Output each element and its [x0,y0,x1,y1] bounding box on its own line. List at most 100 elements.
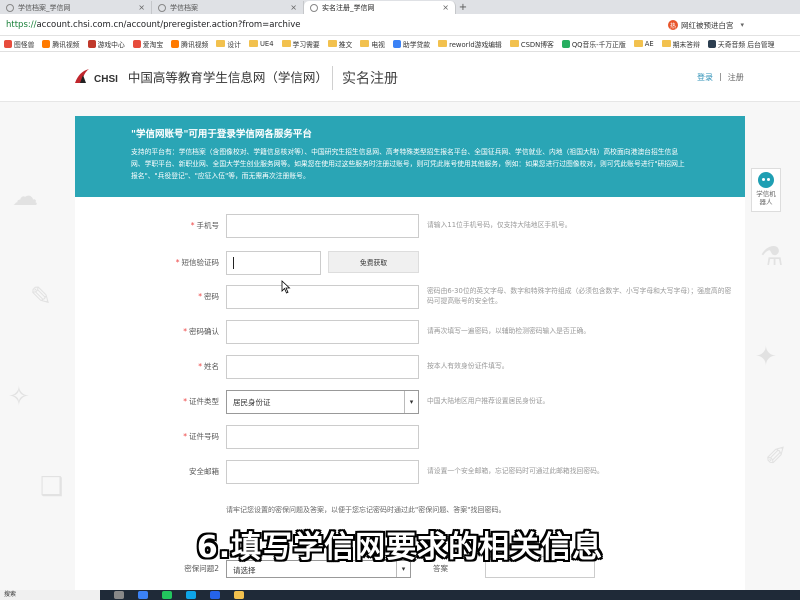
site-favicon-icon [707,39,716,48]
globe-icon [158,3,166,12]
notice-title: "学信网账号"可用于登录学信网各服务平台 [131,129,312,140]
form-row-id-type: * 证件类型 居民身份证 ▾ 中国大陆地区用户推荐设置居民身份证。 [75,390,745,414]
id-type-label-text: 证件类型 [189,397,219,406]
hot-news-text: 网红被预进白宫 [681,20,734,30]
new-tab-button[interactable]: + [456,1,470,14]
site-favicon-icon [392,39,401,48]
folder-icon [360,40,370,47]
close-icon[interactable]: × [138,3,145,12]
close-icon[interactable]: × [442,3,449,12]
site-name: 中国高等教育学生信息网（学信网） [127,69,328,85]
store-icon[interactable] [138,591,148,599]
mouse-cursor-icon [281,280,291,294]
email-input[interactable] [226,460,419,484]
bookmark-item[interactable]: AE [630,40,658,48]
chevron-down-icon[interactable]: ▾ [404,391,418,413]
robot-icon [758,172,774,188]
phone-input[interactable] [226,214,419,238]
password-confirm-input[interactable] [226,320,419,344]
form-row-password: * 密码 密码由6-30位的英文字母、数字和特殊字符组成（必须包含数字、小写字母和… [75,285,745,309]
bookmark-item[interactable]: CSDN博客 [506,39,558,49]
folder-icon [633,40,643,47]
app-icon[interactable] [210,591,220,599]
bookmark-label: 腾讯视频 [181,40,209,49]
text-caret [233,257,234,269]
browser-tab-register[interactable]: 实名注册_学信网 × [304,1,456,14]
sms-code-input[interactable] [226,251,321,275]
bookmark-item[interactable]: UE4 [245,40,278,48]
form-row-phone: * 手机号 请输入11位手机号码，仅支持大陆地区手机号。 [75,214,745,238]
chevron-down-icon[interactable]: ▾ [741,21,745,29]
qq-icon[interactable] [186,591,196,599]
bookmark-item[interactable]: 电视 [356,39,389,49]
email-label: 安全邮箱 [189,467,219,476]
login-link[interactable]: 登录 [697,72,713,83]
id-type-label: * 证件类型 [183,396,219,407]
doodle-cloud-icon: ☁ [12,182,38,212]
form-row-name: * 姓名 按本人有效身份证件填写。 [75,355,745,379]
bookmark-item[interactable]: reworld游戏编辑 [434,39,506,49]
password-input[interactable] [226,285,419,309]
bookmark-item[interactable]: 推文 [324,39,357,49]
url-protocol: https:// [6,19,37,30]
site-favicon-icon [4,39,12,48]
id-type-select[interactable]: 居民身份证 ▾ [226,390,419,414]
site-logo[interactable]: CHSI 中国高等教育学生信息网（学信网） [72,66,328,86]
close-icon[interactable]: × [290,3,297,12]
bookmark-item[interactable]: 助学贷款 [389,39,434,49]
page-title: 实名注册 [342,71,398,87]
header-links: 登录 | 注册 [697,72,744,83]
password-confirm-label: * 密码确认 [183,326,219,337]
site-favicon-icon [87,39,96,48]
bookmark-item[interactable]: 期末答辩 [658,39,704,49]
name-input[interactable] [226,355,419,379]
url-path: account.chsi.com.cn/account/preregister.… [36,19,301,30]
bookmark-label: CSDN博客 [520,40,554,49]
required-mark: * [183,327,187,336]
hot-news-widget[interactable]: 热 网红被预进白宫 ▾ [668,17,744,33]
register-link[interactable]: 注册 [728,72,744,83]
get-code-button[interactable]: 免费获取 [328,251,419,273]
bookmark-label: 电视 [371,40,385,49]
bookmark-item[interactable]: 天奇音频 后台管理 [704,39,779,49]
bookmark-label: 天奇音频 后台管理 [717,40,775,49]
folder-icon[interactable] [234,591,244,599]
bookmark-item[interactable]: 学习需要 [278,39,324,49]
url-field[interactable]: https:// account.chsi.com.cn/account/pre… [6,17,656,33]
id-number-input[interactable] [226,425,419,449]
bookmark-item[interactable]: QQ音乐-千万正版 [558,39,630,49]
doodle-pencil-icon: ✎ [30,282,52,312]
browser-icon[interactable] [162,591,172,599]
bookmark-item[interactable]: 爱淘宝 [129,39,167,49]
bookmark-label: 推文 [338,40,353,49]
bookmark-item[interactable]: 游戏中心 [84,39,129,49]
header-link-separator: | [719,72,722,81]
sms-label-text: 短信验证码 [181,258,220,267]
browser-tab-archive[interactable]: 学信档案_学信网 × [0,1,152,14]
security-question-note: 请牢记您设置的密保问题及答案，以便于您忘记密码时通过此"密保问题、答案"找回密码… [226,506,506,514]
chat-robot-widget[interactable]: 学信机器人 [751,168,781,212]
required-mark: * [183,397,187,406]
tab-label: 学信档案 [170,3,198,12]
form-row-id-number: * 证件号码 [75,425,745,449]
folder-icon [438,40,448,47]
bookmark-item[interactable]: 腾讯视频 [38,39,83,49]
folder-icon [216,40,226,47]
form-row-sms: * 短信验证码 免费获取 [75,251,745,275]
tab-label: 实名注册_学信网 [322,3,375,12]
tab-label: 学信档案_学信网 [18,3,71,12]
bookmark-item[interactable]: 腾讯视频 [167,39,212,49]
taskview-icon[interactable] [114,591,124,599]
bookmark-item[interactable]: 设计 [212,39,245,49]
bookmark-item[interactable]: 图怪兽 [0,39,38,49]
logo-chsi-text: CHSI [94,73,118,85]
bookmark-label: QQ音乐-千万正版 [571,40,626,49]
browser-tab-archive-2[interactable]: 学信档案 × [152,1,304,14]
taskbar-search[interactable]: 搜索 [0,590,100,600]
folder-icon [509,40,519,47]
address-bar: https:// account.chsi.com.cn/account/pre… [0,14,800,36]
bookmark-label: 爱淘宝 [142,40,164,49]
folder-icon [248,40,258,47]
page-content: CHSI 中国高等教育学生信息网（学信网） 实名注册 登录 | 注册 ☁ ✎ ✧… [0,52,800,600]
site-favicon-icon [42,39,51,48]
